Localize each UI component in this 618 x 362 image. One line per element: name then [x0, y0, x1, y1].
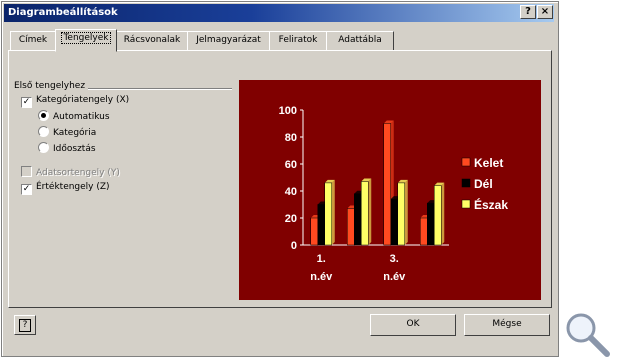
close-button[interactable]: ×	[537, 5, 553, 19]
tab-gridlines[interactable]: Rácsvonalak	[116, 31, 188, 51]
checkbox-checked-icon: ✓	[21, 184, 32, 195]
bar	[383, 123, 391, 246]
window-title: Diagrambeállítások	[8, 7, 118, 18]
bar	[317, 204, 325, 246]
chart-options-dialog: Diagrambeállítások ? × Címek Tengelyek R…	[1, 1, 559, 357]
chart-svg: 0 20 40 60 80 100 1. n.év 3. n.év Kelet Dél Észak	[279, 105, 509, 283]
x-tick-label: 1.	[317, 253, 326, 265]
bar	[420, 217, 428, 246]
y-tick-label: 20	[285, 213, 297, 225]
y-tick-label: 0	[291, 240, 297, 252]
ok-button[interactable]: OK	[370, 314, 456, 336]
tab-data-labels[interactable]: Feliratok	[269, 31, 327, 51]
cancel-button[interactable]: Mégse	[464, 314, 550, 336]
x-tick-label: n.év	[310, 271, 333, 283]
title-bar: Diagrambeállítások	[4, 4, 554, 22]
bar	[361, 181, 369, 246]
legend-swatch	[461, 157, 471, 167]
tab-data-table[interactable]: Adattábla	[326, 31, 394, 51]
bar	[324, 182, 332, 246]
help-icon: ?	[19, 319, 31, 332]
checkbox-checked-icon: ✓	[21, 97, 32, 108]
checkbox-disabled-icon	[21, 166, 32, 177]
help-button[interactable]: ?	[14, 315, 36, 335]
bar	[354, 193, 362, 246]
legend-label: Észak	[474, 197, 508, 212]
legend-label: Kelet	[474, 156, 503, 170]
bar-side	[404, 179, 408, 245]
tab-axes[interactable]: Tengelyek	[55, 29, 117, 52]
y-tick-label: 60	[285, 159, 297, 171]
radio-time-scale[interactable]: Időosztás	[38, 142, 96, 154]
radio-unselected-icon	[38, 126, 49, 137]
x-tick-label: 3.	[390, 253, 399, 265]
tab-legend[interactable]: Jelmagyarázat	[187, 31, 270, 51]
chart-preview: 0 20 40 60 80 100 1. n.év 3. n.év Kelet Dél Észak	[239, 80, 541, 300]
bar	[347, 208, 355, 246]
bar	[390, 198, 398, 246]
y-tick-label: 80	[285, 132, 297, 144]
bar	[310, 217, 318, 246]
bar	[427, 202, 435, 246]
legend-swatch	[461, 199, 471, 209]
bar	[434, 185, 442, 246]
category-axis-checkbox[interactable]: ✓ Kategóriatengely (X)	[21, 95, 129, 108]
radio-automatic[interactable]: Automatikus	[38, 110, 110, 122]
legend-label: Dél	[474, 177, 493, 191]
bar	[397, 182, 405, 246]
tab-titles[interactable]: Címek	[10, 31, 56, 51]
radio-selected-icon	[38, 110, 49, 121]
value-axis-checkbox[interactable]: ✓ Értéktengely (Z)	[21, 182, 110, 195]
y-tick-label: 100	[279, 105, 297, 117]
radio-category[interactable]: Kategória	[38, 126, 96, 138]
primary-axis-group-title: Első tengelyhez	[14, 81, 89, 91]
series-axis-checkbox[interactable]: Adatsortengely (Y)	[21, 166, 120, 178]
radio-unselected-icon	[38, 142, 49, 153]
magnifier-icon[interactable]	[561, 310, 617, 360]
x-tick-label: n.év	[383, 271, 406, 283]
legend-swatch	[461, 178, 471, 188]
y-tick-label: 40	[285, 186, 297, 198]
bar-side	[441, 182, 445, 245]
bar-side	[368, 178, 372, 245]
help-title-button[interactable]: ?	[520, 5, 536, 19]
bar-side	[331, 179, 335, 245]
